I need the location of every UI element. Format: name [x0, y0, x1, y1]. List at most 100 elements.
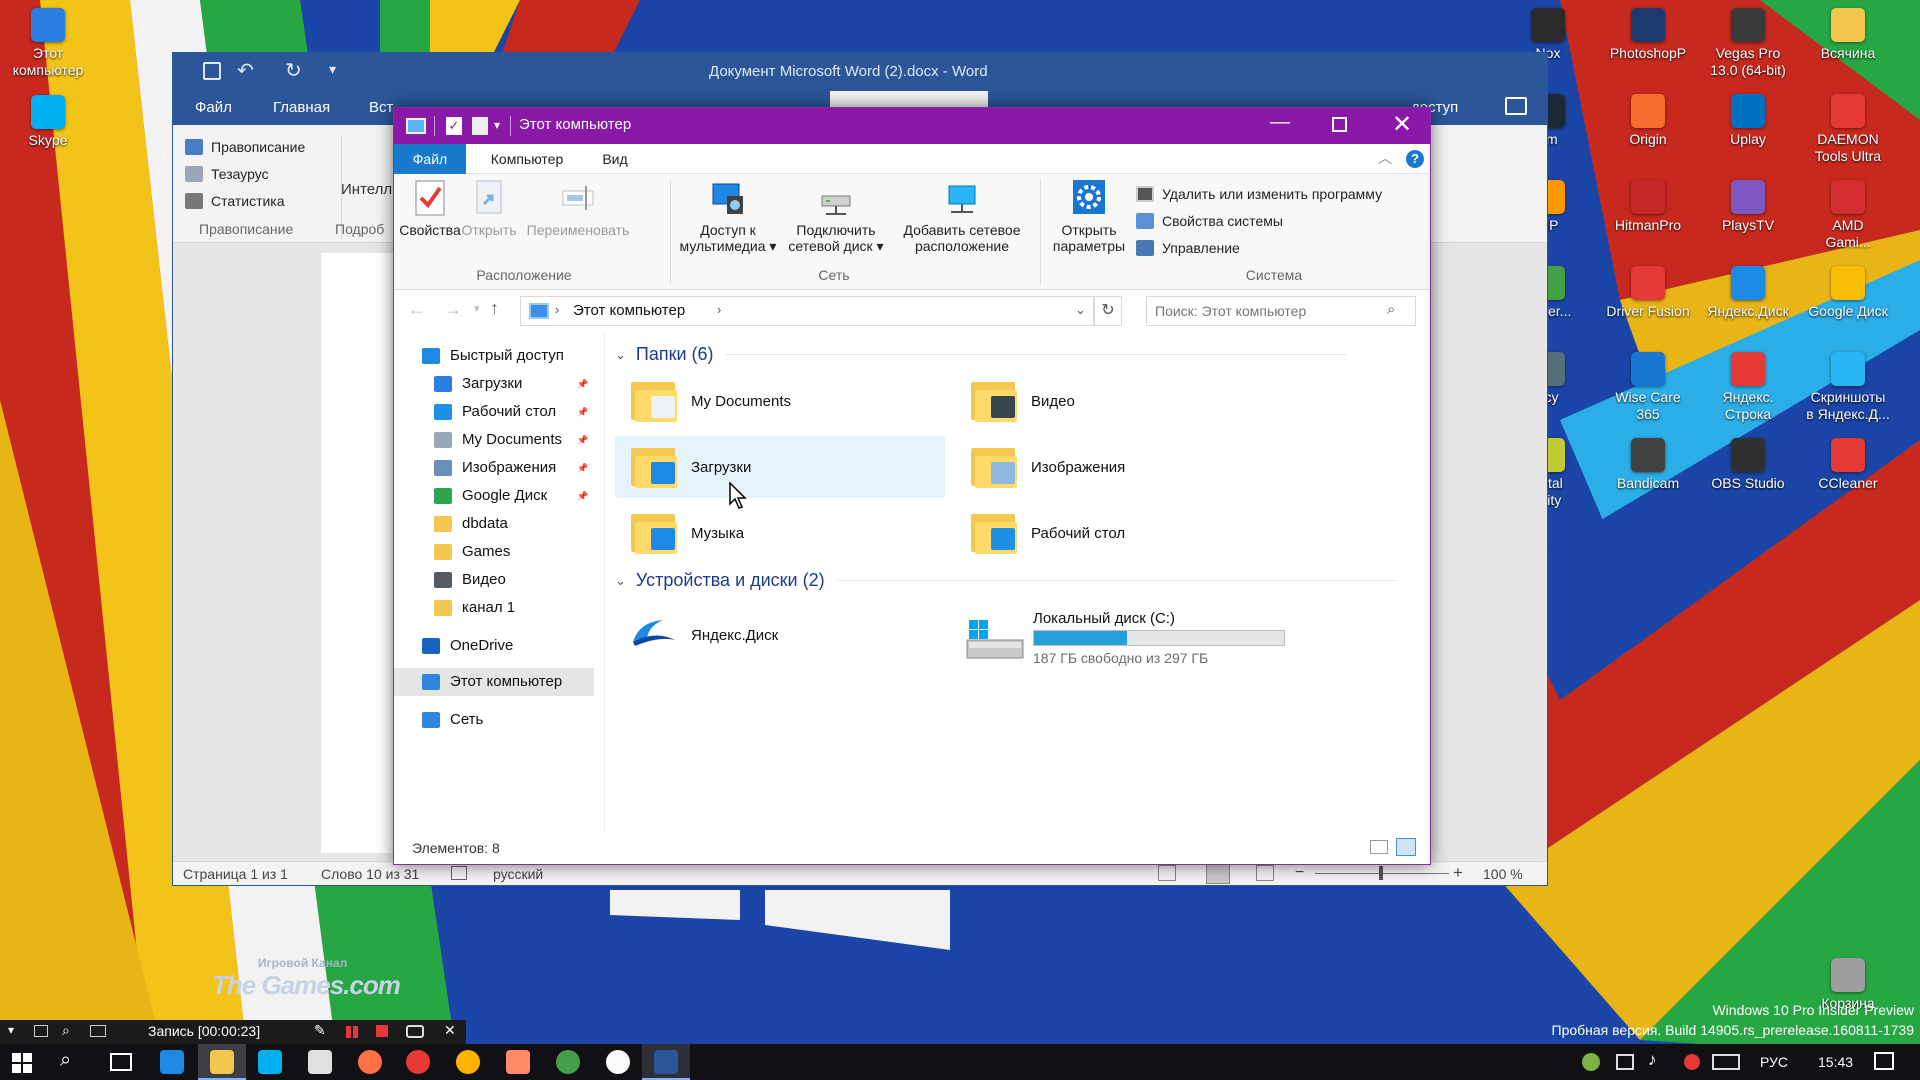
comments-icon[interactable]	[1505, 97, 1527, 115]
zoom-in-icon[interactable]: +	[1453, 863, 1463, 883]
input-language[interactable]: РУС	[1760, 1054, 1788, 1070]
folders-section-header[interactable]: ⌄ Папки (6)	[615, 344, 1346, 365]
add-network-location-button[interactable]: Добавить сетевое расположение	[894, 178, 1030, 254]
address-dropdown-icon[interactable]: ⌄	[1075, 302, 1086, 318]
collapse-ribbon-icon[interactable]: ︿	[1378, 148, 1392, 168]
refresh-icon[interactable]: ↻	[1094, 296, 1122, 326]
status-page[interactable]: Страница 1 из 1	[183, 866, 288, 882]
local-disk-c-item[interactable]: Локальный диск (C:) 187 ГБ свободно из 2…	[965, 604, 1365, 674]
sidebar-item[interactable]: Google Диск	[434, 482, 547, 510]
keyboard-icon[interactable]	[1712, 1054, 1740, 1070]
zoom-slider-thumb[interactable]	[1379, 866, 1383, 880]
desktop-shortcut[interactable]: Этот компьютер	[0, 8, 96, 79]
status-words[interactable]: Слово 10 из 31	[321, 866, 419, 882]
collapse-chevron-2-icon[interactable]: ⌄	[615, 573, 626, 589]
desktop-shortcut[interactable]: Uplay	[1700, 94, 1796, 148]
zoom-level[interactable]: 100 %	[1483, 866, 1523, 882]
search-box[interactable]: ⌕	[1146, 296, 1416, 326]
breadcrumb[interactable]: Этот компьютер	[573, 302, 685, 319]
search-icon[interactable]: ⌕	[1387, 301, 1395, 318]
help-icon[interactable]: ?	[1406, 150, 1424, 168]
stats-button[interactable]: Статистика	[185, 189, 285, 213]
sidebar-item[interactable]: канал 1	[434, 594, 515, 622]
word-tab-home[interactable]: Главная	[273, 99, 330, 116]
rename-button[interactable]: Переименовать	[522, 178, 634, 238]
desktop-shortcut[interactable]: AMD Gami...	[1800, 180, 1896, 251]
desktop-shortcut[interactable]: Bandicam	[1600, 438, 1696, 492]
desktop-shortcut[interactable]: Яндекс.Диск	[1700, 266, 1796, 320]
desktop-shortcut[interactable]: DAEMON Tools Ultra	[1800, 94, 1896, 165]
recorder-zoom-icon[interactable]: ⌕	[62, 1022, 70, 1039]
thesaurus-button[interactable]: Тезаурус	[185, 162, 269, 186]
desktop-shortcut[interactable]: Wise Care 365	[1600, 352, 1696, 423]
yandex-browser-icon[interactable]	[456, 1050, 480, 1074]
spelling-button[interactable]: Правописание	[185, 135, 305, 159]
record-tray-icon[interactable]	[1684, 1054, 1700, 1070]
desktop-shortcut[interactable]: Skype	[0, 95, 96, 149]
recorder-pause-icon[interactable]	[346, 1026, 351, 1038]
proofing-icon[interactable]	[451, 866, 467, 880]
uninstall-program-button[interactable]: Удалить или изменить программу	[1136, 182, 1382, 206]
yandex-disk-item[interactable]: Яндекс.Диск	[615, 604, 915, 666]
skype-taskbar-icon[interactable]	[258, 1050, 282, 1074]
undo-icon[interactable]: ↶	[237, 58, 254, 83]
word-tab-file[interactable]: Файл	[195, 99, 232, 116]
desktop-shortcut[interactable]: Vegas Pro 13.0 (64-bit)	[1700, 8, 1796, 79]
breadcrumb-chevron-2-icon[interactable]: ›	[717, 302, 721, 317]
recorder-stop-icon[interactable]	[376, 1025, 388, 1037]
read-mode-icon[interactable]	[1158, 865, 1176, 881]
media-access-button[interactable]: Доступ к мультимедиа ▾	[676, 178, 780, 254]
pin-icon[interactable]: 📌	[577, 379, 588, 389]
desktop-shortcut[interactable]: Driver Fusion	[1600, 266, 1696, 320]
clock[interactable]: 15:43	[1818, 1054, 1853, 1070]
collapse-chevron-icon[interactable]: ⌄	[615, 347, 626, 363]
properties-button[interactable]: Свойства	[399, 178, 461, 238]
back-icon[interactable]: ←	[408, 299, 426, 320]
sidebar-item[interactable]: Быстрый доступ	[422, 342, 564, 370]
desktop-shortcut[interactable]: Всячина	[1800, 8, 1896, 62]
word-intel-label[interactable]: Интелл	[341, 181, 392, 198]
address-bar[interactable]: › Этот компьютер › ⌄	[520, 296, 1094, 326]
recorder-close-icon[interactable]: ✕	[444, 1022, 456, 1039]
open-button[interactable]: Открыть	[460, 178, 518, 238]
sidebar-item[interactable]: dbdata	[434, 510, 508, 538]
search-taskbar-icon[interactable]: ⌕	[60, 1049, 71, 1072]
desktop-shortcut[interactable]: Скриншоты в Яндекс.Д...	[1800, 352, 1896, 423]
word-tab-insert[interactable]: Вст	[369, 99, 393, 116]
recent-locations-icon[interactable]: ▾	[474, 302, 480, 315]
recorder-menu-icon[interactable]: ▾	[8, 1023, 14, 1037]
store-icon[interactable]	[308, 1050, 332, 1074]
sidebar-item[interactable]: OneDrive	[422, 632, 513, 660]
save-icon[interactable]	[203, 62, 221, 80]
notifications-icon[interactable]	[1874, 1052, 1894, 1070]
search-input[interactable]	[1155, 301, 1375, 321]
start-icon[interactable]	[12, 1053, 32, 1073]
file-explorer-icon[interactable]	[210, 1050, 234, 1074]
explorer-window[interactable]: ✓ ▾ Этот компьютер — ✕ Файл Компьютер Ви…	[393, 107, 1431, 865]
desktop-shortcut[interactable]: PhotoshopP	[1600, 8, 1696, 62]
folder-item[interactable]: My Documents	[615, 370, 945, 432]
tray-app-icon[interactable]	[1582, 1053, 1600, 1071]
tab-file[interactable]: Файл	[394, 144, 466, 174]
pin-icon[interactable]: 📌	[577, 491, 588, 501]
maximize-icon[interactable]	[1332, 117, 1347, 132]
desktop-shortcut[interactable]: Яндекс. Строка	[1700, 352, 1796, 423]
sidebar-item[interactable]: Изображения	[434, 454, 556, 482]
folder-item[interactable]: Изображения	[955, 436, 1285, 498]
pin-icon[interactable]: 📌	[577, 463, 588, 473]
status-language[interactable]: русский	[493, 866, 543, 882]
desktop-shortcut[interactable]: Origin	[1600, 94, 1696, 148]
qat-dropdown-icon[interactable]: ▾	[494, 118, 500, 132]
desktop-shortcut[interactable]: Google Диск	[1800, 266, 1896, 320]
breadcrumb-chevron-icon[interactable]: ›	[555, 302, 559, 317]
sidebar-item[interactable]: Games	[434, 538, 510, 566]
sidebar-item[interactable]: Этот компьютер	[422, 668, 562, 696]
print-layout-icon[interactable]	[1206, 864, 1230, 884]
tab-computer[interactable]: Компьютер	[470, 144, 584, 174]
desktop-shortcut[interactable]: CCleaner	[1800, 438, 1896, 492]
folder-item[interactable]: Музыка	[615, 502, 945, 564]
details-view-icon[interactable]	[1370, 840, 1388, 854]
forward-icon[interactable]: →	[444, 299, 462, 320]
folder-item[interactable]: Рабочий стол	[955, 502, 1285, 564]
sidebar-item[interactable]: Загрузки	[434, 370, 522, 398]
